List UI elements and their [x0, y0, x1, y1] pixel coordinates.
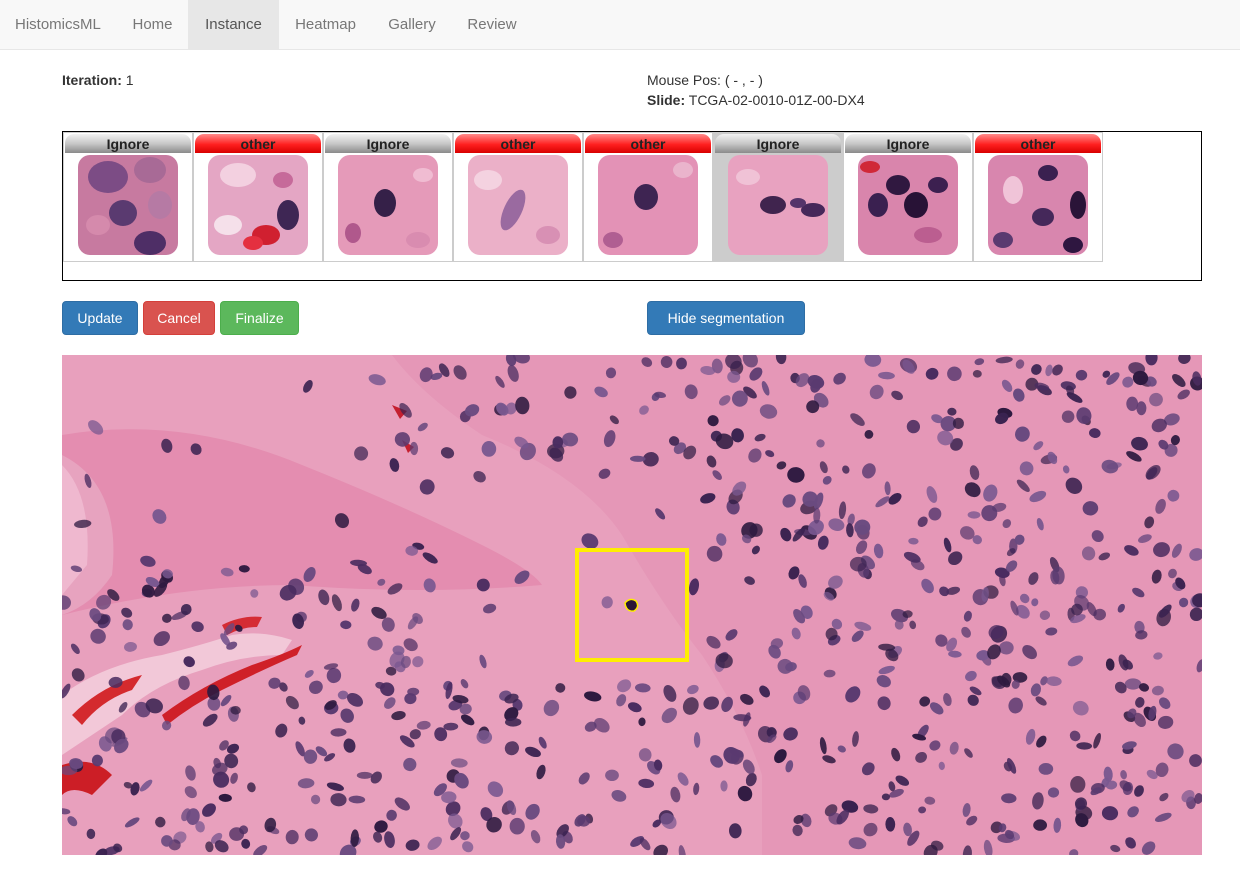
brand-link[interactable]: HistomicsML: [15, 0, 101, 50]
hide-segmentation-button[interactable]: Hide segmentation: [647, 301, 805, 335]
thumbnail-5[interactable]: other: [583, 132, 713, 262]
thumbnail-label[interactable]: Ignore: [325, 134, 451, 153]
nav-gallery[interactable]: Gallery: [372, 0, 452, 49]
thumbnail-label[interactable]: other: [455, 134, 581, 153]
thumbnail-label[interactable]: Ignore: [715, 134, 841, 153]
slide-image[interactable]: [62, 355, 1202, 855]
slide-value: TCGA-02-0010-01Z-00-DX4: [688, 92, 865, 108]
thumbnail-label[interactable]: Ignore: [65, 134, 191, 153]
nucleus: [250, 589, 259, 598]
thumbnail-strip: Ignore other Ignore other other Ignore I…: [62, 131, 1202, 281]
nucleus-image[interactable]: [598, 155, 698, 255]
nucleus-image[interactable]: [338, 155, 438, 255]
nucleus: [1070, 775, 1086, 793]
iteration-info: Iteration: 1: [62, 72, 134, 88]
finalize-button[interactable]: Finalize: [220, 301, 299, 335]
slide-label: Slide:: [647, 92, 686, 108]
nav-instance[interactable]: Instance: [188, 0, 279, 49]
iteration-value: 1: [125, 72, 134, 88]
nucleus: [1038, 762, 1054, 775]
nucleus: [605, 769, 619, 781]
thumbnail-4[interactable]: other: [453, 132, 583, 262]
thumbnail-label[interactable]: other: [585, 134, 711, 153]
navbar: HistomicsML Home Instance Heatmap Galler…: [0, 0, 1240, 50]
segmentation-outline: [624, 598, 639, 612]
nucleus: [356, 771, 373, 779]
nucleus-image[interactable]: [728, 155, 828, 255]
update-button[interactable]: Update: [62, 301, 138, 335]
nucleus: [1033, 819, 1047, 831]
slide-info: Slide: TCGA-02-0010-01Z-00-DX4: [647, 92, 865, 108]
nucleus-image[interactable]: [78, 155, 178, 255]
nucleus: [505, 717, 522, 727]
thumbnail-1[interactable]: Ignore: [63, 132, 193, 262]
nucleus-image[interactable]: [858, 155, 958, 255]
slide-viewer[interactable]: [62, 355, 1202, 855]
iteration-label: Iteration:: [62, 72, 122, 88]
mouse-pos-info: Mouse Pos: ( - , - ): [647, 72, 763, 88]
thumbnail-label[interactable]: Ignore: [845, 134, 971, 153]
nucleus-image[interactable]: [468, 155, 568, 255]
thumbnail-3[interactable]: Ignore: [323, 132, 453, 262]
thumbnail-6[interactable]: Ignore: [713, 132, 843, 262]
nav-review[interactable]: Review: [452, 0, 532, 49]
nucleus-image[interactable]: [988, 155, 1088, 255]
nucleus: [849, 556, 867, 572]
nucleus: [481, 441, 497, 457]
thumbnail-2[interactable]: other: [193, 132, 323, 262]
thumbnail-8[interactable]: other: [973, 132, 1103, 262]
nucleus: [509, 817, 525, 835]
mouse-pos-value: ( - , - ): [724, 72, 763, 88]
thumbnail-label[interactable]: other: [195, 134, 321, 153]
nav-home[interactable]: Home: [117, 0, 188, 49]
nucleus: [720, 780, 728, 792]
mouse-pos-label: Mouse Pos:: [647, 72, 721, 88]
nucleus-image[interactable]: [208, 155, 308, 255]
thumbnail-label[interactable]: other: [975, 134, 1101, 153]
thumbnail-7[interactable]: Ignore: [843, 132, 973, 262]
cancel-button[interactable]: Cancel: [143, 301, 215, 335]
nucleus: [1126, 396, 1139, 412]
nav-heatmap[interactable]: Heatmap: [279, 0, 372, 49]
